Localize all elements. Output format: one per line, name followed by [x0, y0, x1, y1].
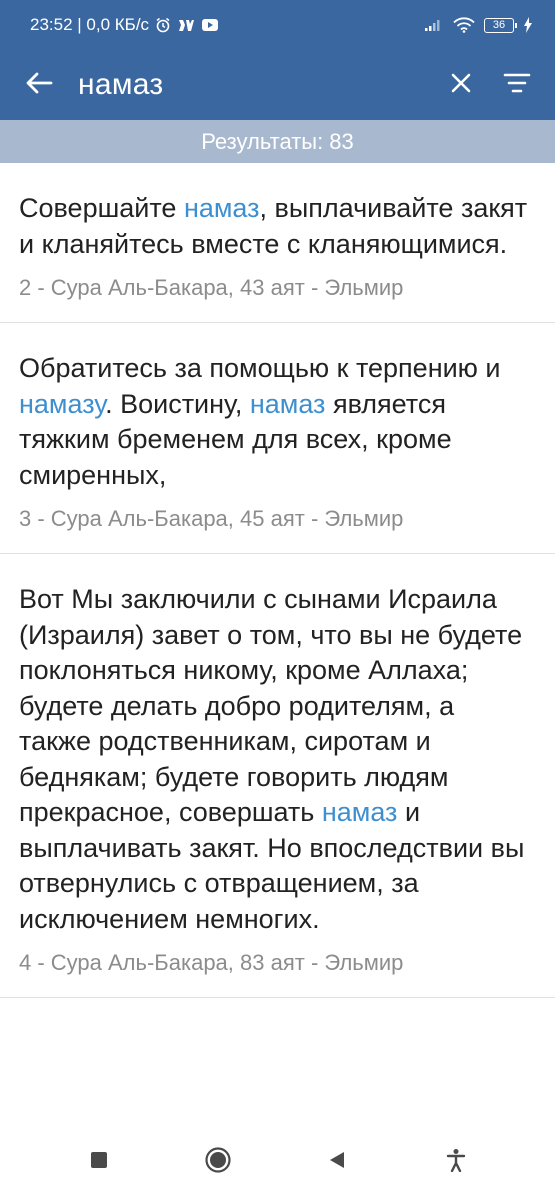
results-count-bar: Результаты: 83 — [0, 120, 555, 163]
search-query[interactable]: намаз — [78, 68, 433, 102]
filter-button[interactable] — [489, 50, 545, 120]
battery-level: 36 — [492, 18, 506, 31]
list-item[interactable]: Вот Мы заключили с сынами Исраила (Израи… — [0, 554, 555, 998]
back-button[interactable] — [4, 50, 74, 120]
verse-text: Совершайте намаз, выплачивайте закят и к… — [19, 191, 531, 262]
app-bar: намаз — [0, 50, 555, 120]
highlighted-term: намаз — [183, 193, 260, 223]
nav-back-button[interactable] — [307, 1133, 367, 1193]
battery-icon: 36 — [484, 17, 517, 33]
verse-reference: 4 - Сура Аль-Бакара, 83 аят - Эльмир — [19, 950, 404, 975]
media-app-icon — [201, 18, 219, 32]
accessibility-button[interactable] — [426, 1133, 486, 1193]
verse-reference: 2 - Сура Аль-Бакара, 43 аят - Эльмир — [19, 275, 404, 300]
results-list[interactable]: Совершайте намаз, выплачивайте закят и к… — [0, 163, 555, 1125]
clear-search-button[interactable] — [433, 50, 489, 120]
accessibility-icon — [446, 1148, 466, 1177]
highlighted-term: намаз — [321, 797, 398, 827]
recents-button[interactable] — [69, 1133, 129, 1193]
cell-signal-icon — [424, 18, 444, 32]
back-arrow-icon — [25, 71, 53, 100]
verse-segment: Совершайте — [19, 193, 184, 223]
status-time-speed: 23:52 | 0,0 КБ/с — [30, 15, 150, 34]
highlighted-term: намаз — [249, 388, 326, 419]
verse-text: Обратитесь за помощью к терпению и намаз… — [19, 351, 531, 493]
filter-icon — [503, 72, 531, 99]
signal-app-icon — [177, 17, 195, 33]
close-icon — [450, 72, 472, 99]
verse-segment: Вот Мы заключили с сынами Исраила (Израи… — [19, 584, 523, 827]
status-bar-right: 36 — [424, 17, 533, 33]
back-triangle-icon — [327, 1150, 347, 1175]
list-item[interactable]: Обратитесь за помощью к терпению и намаз… — [0, 323, 555, 554]
list-item[interactable]: Совершайте намаз, выплачивайте закят и к… — [0, 163, 555, 323]
alarm-icon — [155, 17, 171, 33]
results-count-label: Результаты: 83 — [201, 128, 354, 154]
verse-reference: 3 - Сура Аль-Бакара, 45 аят - Эльмир — [19, 506, 404, 531]
verse-segment: Обратитесь за помощью к терпению и — [19, 353, 501, 383]
wifi-icon — [453, 17, 475, 33]
status-bar-left: 23:52 | 0,0 КБ/с — [30, 15, 219, 35]
home-button[interactable] — [188, 1133, 248, 1193]
recents-square-icon — [90, 1151, 108, 1174]
home-circle-icon — [204, 1146, 232, 1179]
status-bar: 23:52 | 0,0 КБ/с 36 — [0, 0, 555, 50]
highlighted-term: намазу — [19, 388, 106, 419]
charging-icon — [523, 17, 533, 33]
verse-segment: . Воистину, — [105, 388, 250, 419]
system-nav-bar — [0, 1125, 555, 1200]
verse-text: Вот Мы заключили с сынами Исраила (Израи… — [19, 582, 531, 937]
